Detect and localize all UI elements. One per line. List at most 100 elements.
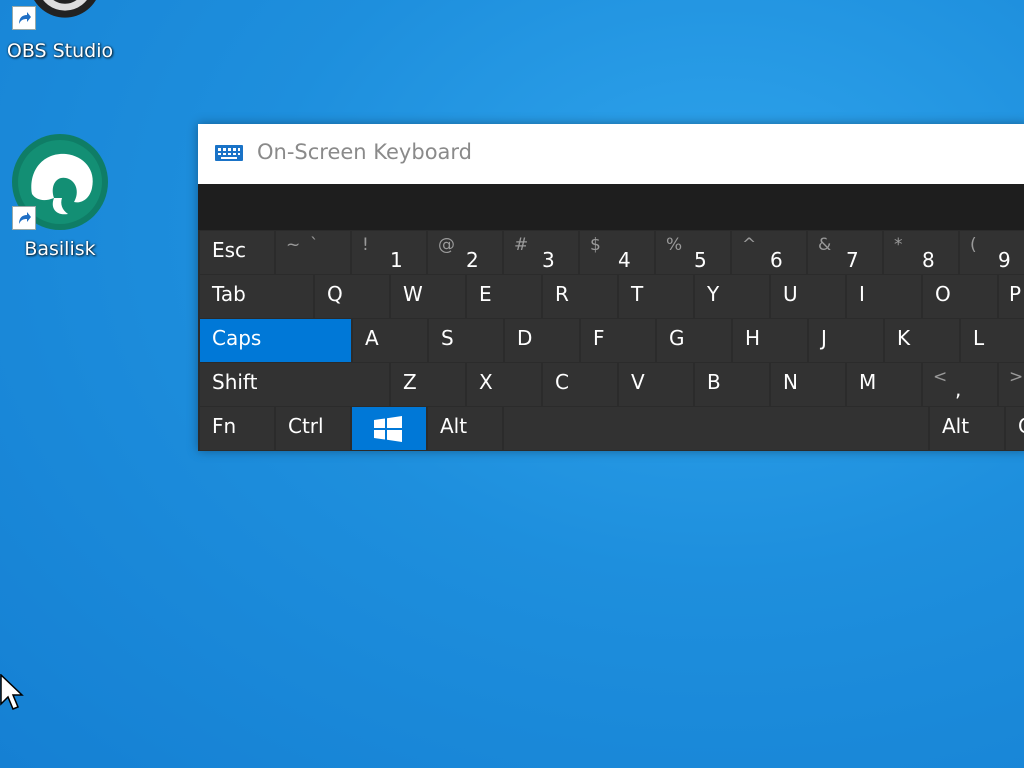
key-label: Shift (212, 370, 258, 394)
key-label: Ctrl (288, 414, 324, 438)
key-label: E (479, 282, 492, 306)
key-5[interactable]: % 5 (656, 231, 730, 274)
key-2[interactable]: @2 (428, 231, 502, 274)
key-g[interactable]: G (657, 319, 731, 362)
key-label: N (783, 370, 798, 394)
key-label: Esc (212, 238, 247, 262)
key-label: W (403, 282, 423, 306)
key-shift-label: & (818, 235, 832, 255)
key-d[interactable]: D (505, 319, 579, 362)
key-j[interactable]: J (809, 319, 883, 362)
window-title: On-Screen Keyboard (257, 140, 473, 164)
key-1[interactable]: ! 1 (352, 231, 426, 274)
key-alt-right[interactable]: Alt (930, 407, 1004, 450)
key-e[interactable]: E (467, 275, 541, 318)
key-backtick[interactable]: ~ ` (276, 231, 350, 274)
key-shift-label: < (933, 367, 948, 387)
key-base-label: ` (310, 235, 319, 255)
key-label: H (745, 326, 761, 350)
on-screen-keyboard-window[interactable]: On-Screen Keyboard Esc ~ ` ! 1 @2 #3 $4 % 5… (198, 124, 1024, 451)
key-a[interactable]: A (353, 319, 427, 362)
key-label: Alt (440, 414, 468, 438)
key-base-label: 3 (542, 248, 555, 272)
key-label: B (707, 370, 721, 394)
key-label: K (897, 326, 911, 350)
key-label: R (555, 282, 569, 306)
key-label: D (517, 326, 533, 350)
shortcut-arrow-icon (12, 6, 36, 30)
key-fn[interactable]: Fn (200, 407, 274, 450)
key-base-label: 4 (618, 248, 631, 272)
key-s[interactable]: S (429, 319, 503, 362)
key-label: J (821, 326, 827, 350)
key-label: I (859, 282, 865, 306)
key-caps[interactable]: Caps (200, 319, 351, 362)
key-windows[interactable] (352, 407, 426, 450)
key-base-label: 7 (846, 248, 859, 272)
key-label: M (859, 370, 877, 394)
key-label: U (783, 282, 798, 306)
key-base-label: 2 (466, 248, 479, 272)
key-esc[interactable]: Esc (200, 231, 274, 274)
key-shift[interactable]: Shift (200, 363, 389, 406)
key-label: Alt (942, 414, 970, 438)
key-label: O (935, 282, 951, 306)
key-label: Caps (212, 326, 262, 350)
key-base-label: , (955, 377, 962, 401)
prediction-strip (198, 184, 1024, 230)
key-6[interactable]: ^ 6 (732, 231, 806, 274)
key-label: C (555, 370, 569, 394)
key-f[interactable]: F (581, 319, 655, 362)
key-z[interactable]: Z (391, 363, 465, 406)
key-ctrl-right[interactable]: C (1006, 407, 1024, 450)
key-y[interactable]: Y (695, 275, 769, 318)
key-p[interactable]: P (999, 275, 1024, 318)
desktop-icon-basilisk[interactable]: Basilisk (0, 132, 120, 272)
key-base-label: 8 (922, 248, 935, 272)
key-t[interactable]: T (619, 275, 693, 318)
key-n[interactable]: N (771, 363, 845, 406)
key-label: T (631, 282, 644, 306)
desktop-icon-obs-studio[interactable]: OBS Studio (0, 0, 120, 70)
window-titlebar[interactable]: On-Screen Keyboard (198, 124, 1024, 184)
key-label: F (593, 326, 605, 350)
key-4[interactable]: $4 (580, 231, 654, 274)
key-alt-left[interactable]: Alt (428, 407, 502, 450)
key-c[interactable]: C (543, 363, 617, 406)
key-space[interactable] (504, 407, 928, 450)
key-k[interactable]: K (885, 319, 959, 362)
shortcut-arrow-icon (12, 206, 36, 230)
key-r[interactable]: R (543, 275, 617, 318)
key-shift-label: ( (970, 235, 977, 255)
key-u[interactable]: U (771, 275, 845, 318)
key-q[interactable]: Q (315, 275, 389, 318)
key-b[interactable]: B (695, 363, 769, 406)
key-label: P (1009, 282, 1022, 306)
key-period[interactable]: > (999, 363, 1024, 406)
key-3[interactable]: #3 (504, 231, 578, 274)
key-label: Z (403, 370, 417, 394)
key-base-label: 1 (390, 248, 403, 272)
key-8[interactable]: * 8 (884, 231, 958, 274)
key-i[interactable]: I (847, 275, 921, 318)
key-base-label: 6 (770, 248, 783, 272)
key-tab[interactable]: Tab (200, 275, 313, 318)
keyboard-icon (215, 145, 243, 161)
key-9[interactable]: (9 (960, 231, 1024, 274)
key-base-label: 5 (694, 248, 707, 272)
key-shift-label: # (514, 235, 529, 255)
key-l[interactable]: L (961, 319, 1024, 362)
key-ctrl[interactable]: Ctrl (276, 407, 350, 450)
key-shift-label: % (666, 235, 683, 255)
key-m[interactable]: M (847, 363, 921, 406)
key-shift-label: ^ (742, 235, 757, 255)
key-x[interactable]: X (467, 363, 541, 406)
key-h[interactable]: H (733, 319, 807, 362)
key-o[interactable]: O (923, 275, 997, 318)
key-label: G (669, 326, 685, 350)
key-label: Fn (212, 414, 237, 438)
key-7[interactable]: & 7 (808, 231, 882, 274)
key-w[interactable]: W (391, 275, 465, 318)
key-v[interactable]: V (619, 363, 693, 406)
key-comma[interactable]: <, (923, 363, 997, 406)
